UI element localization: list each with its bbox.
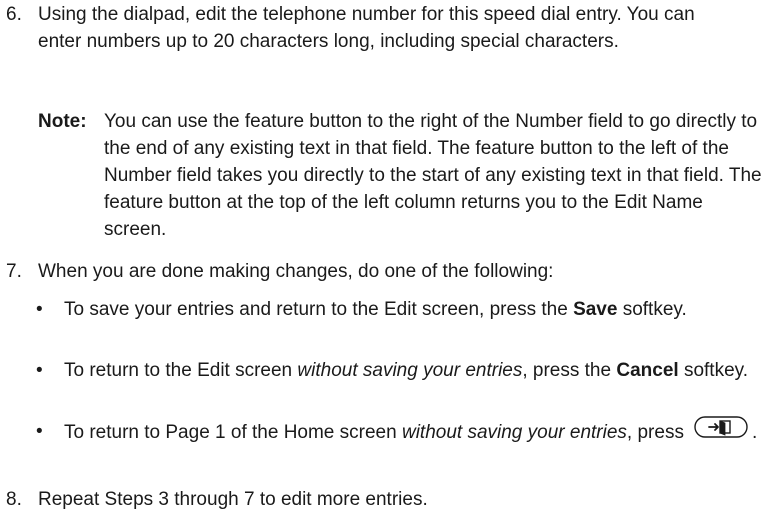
step-text: Using the dialpad, edit the telephone nu… bbox=[38, 4, 695, 52]
bullet-text-end: . bbox=[751, 422, 758, 444]
note-text: You can use the feature button to the ri… bbox=[104, 111, 762, 240]
step-text: Repeat Steps 3 through 7 to edit more en… bbox=[38, 489, 428, 510]
bullet-text-middle: , press the bbox=[522, 360, 617, 381]
bullet-text: To save your entries and return to the E… bbox=[64, 296, 764, 323]
step-number: 8. bbox=[6, 489, 22, 510]
note-label: Note: bbox=[38, 111, 87, 132]
bullet-text-start: To return to Page 1 of the Home screen bbox=[64, 422, 402, 444]
bullet-text-end: softkey. bbox=[678, 360, 749, 381]
bullet-dot: • bbox=[36, 299, 43, 320]
step-text: When you are done making changes, do one… bbox=[38, 261, 554, 282]
note-block: Note: You can use the feature button to … bbox=[38, 108, 768, 243]
emphasis-text: without saving your entries bbox=[401, 422, 627, 444]
bullet-exit: • To return to Page 1 of the Home screen… bbox=[36, 416, 778, 448]
bullet-text-middle: , press bbox=[626, 422, 684, 444]
step-7: 7. When you are done making changes, do … bbox=[6, 258, 766, 285]
bullet-dot: • bbox=[36, 421, 43, 442]
step-number: 6. bbox=[6, 4, 22, 25]
save-softkey-label: Save bbox=[573, 299, 618, 320]
bullet-text: To return to the Edit screen without sav… bbox=[64, 357, 764, 384]
bullet-cancel: • To return to the Edit screen without s… bbox=[36, 357, 776, 384]
emphasis-text: without saving your entries bbox=[297, 360, 523, 381]
step-6: 6. Using the dialpad, edit the telephone… bbox=[6, 1, 766, 55]
bullet-text: To return to Page 1 of the Home screen w… bbox=[64, 416, 778, 448]
step-8: 8. Repeat Steps 3 through 7 to edit more… bbox=[6, 486, 766, 513]
bullet-dot: • bbox=[36, 360, 43, 381]
cancel-softkey-label: Cancel bbox=[616, 360, 679, 381]
bullet-text-start: To return to the Edit screen bbox=[64, 360, 298, 381]
bullet-save: • To save your entries and return to the… bbox=[36, 296, 776, 323]
bullet-text-end: softkey. bbox=[617, 299, 687, 320]
step-number: 7. bbox=[6, 261, 22, 282]
exit-key-icon bbox=[694, 416, 748, 446]
bullet-text-start: To save your entries and return to the E… bbox=[64, 299, 574, 320]
